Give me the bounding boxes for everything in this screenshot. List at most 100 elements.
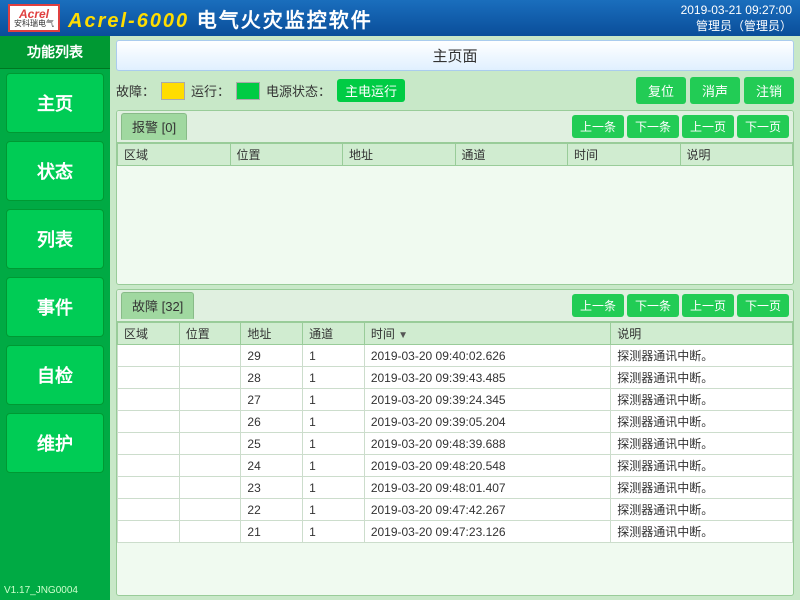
reset-button[interactable]: 复位 [636,77,686,104]
table-row[interactable]: 2312019-03-20 09:48:01.407探测器通讯中断。 [118,477,793,499]
power-label: 电源状态： [266,81,331,100]
alarm-col-addr: 地址 [343,144,456,166]
fault-cell-address: 24 [241,455,303,477]
sidebar-item-event[interactable]: 事件 [6,277,104,337]
alarm-header: 报警 [0] 上一条 下一条 上一页 下一页 [117,111,793,143]
fault-panel: 故障 [32] 上一条 下一条 上一页 下一页 区域 位置 地址 通道 [116,289,794,596]
fault-col-area: 区域 [118,323,180,345]
fault-cell-area [118,477,180,499]
fault-col-channel: 通道 [303,323,365,345]
alarm-next-page[interactable]: 下一页 [737,115,789,138]
alarm-next-item[interactable]: 下一条 [627,115,679,138]
sidebar-item-status[interactable]: 状态 [6,141,104,201]
user-info: 管理员（管理员） [681,17,792,34]
sidebar-header: 功能列表 [0,36,110,69]
fault-cell-position [179,477,241,499]
fault-cell-address: 29 [241,345,303,367]
fault-cell-position [179,499,241,521]
fault-cell-time: 2019-03-20 09:47:23.126 [364,521,610,543]
topright-info: 2019-03-21 09:27:00 管理员（管理员） [681,3,792,34]
fault-cell-desc: 探测器通讯中断。 [611,477,793,499]
fault-cell-address: 27 [241,389,303,411]
fault-cell-desc: 探测器通讯中断。 [611,521,793,543]
fault-col-addr: 地址 [241,323,303,345]
alarm-prev-item[interactable]: 上一条 [572,115,624,138]
alarm-col-channel: 通道 [455,144,568,166]
fault-cell-address: 25 [241,433,303,455]
fault-cell-time: 2019-03-20 09:47:42.267 [364,499,610,521]
alarm-table: 区域 位置 地址 通道 时间 说明 [117,143,793,166]
fault-next-item[interactable]: 下一条 [627,294,679,317]
alarm-table-scroll[interactable]: 区域 位置 地址 通道 时间 说明 [117,143,793,284]
fault-cell-time: 2019-03-20 09:48:20.548 [364,455,610,477]
power-value: 主电运行 [337,79,405,102]
table-row[interactable]: 2712019-03-20 09:39:24.345探测器通讯中断。 [118,389,793,411]
sidebar-item-maintenance[interactable]: 维护 [6,413,104,473]
fault-cell-desc: 探测器通讯中断。 [611,499,793,521]
table-row[interactable]: 2512019-03-20 09:48:39.688探测器通讯中断。 [118,433,793,455]
page-title: 主页面 [116,40,794,71]
fault-cell-channel: 1 [303,521,365,543]
fault-table-scroll[interactable]: 区域 位置 地址 通道 时间 ▼ 说明 2912019-03-20 09:40:… [117,322,793,595]
fault-cell-position [179,411,241,433]
logo-sub: 安科瑞电气 [14,20,54,28]
table-row[interactable]: 2212019-03-20 09:47:42.267探测器通讯中断。 [118,499,793,521]
fault-col-desc: 说明 [611,323,793,345]
fault-cell-desc: 探测器通讯中断。 [611,389,793,411]
alarm-tab[interactable]: 报警 [0] [121,113,187,140]
cancel-button[interactable]: 注销 [744,77,794,104]
fault-table: 区域 位置 地址 通道 时间 ▼ 说明 2912019-03-20 09:40:… [117,322,793,543]
table-row[interactable]: 2812019-03-20 09:39:43.485探测器通讯中断。 [118,367,793,389]
fault-tab[interactable]: 故障 [32] [121,292,194,319]
alarm-prev-page[interactable]: 上一页 [682,115,734,138]
alarm-col-desc: 说明 [680,144,793,166]
sidebar-item-selfcheck[interactable]: 自检 [6,345,104,405]
fault-cell-channel: 1 [303,499,365,521]
fault-next-page[interactable]: 下一页 [737,294,789,317]
fault-cell-desc: 探测器通讯中断。 [611,455,793,477]
sidebar-item-home[interactable]: 主页 [6,73,104,133]
fault-cell-area [118,389,180,411]
fault-col-time: 时间 ▼ [364,323,610,345]
fault-prev-page[interactable]: 上一页 [682,294,734,317]
fault-cell-area [118,499,180,521]
table-row[interactable]: 2912019-03-20 09:40:02.626探测器通讯中断。 [118,345,793,367]
fault-cell-position [179,455,241,477]
fault-cell-channel: 1 [303,367,365,389]
logo-box: Acrel 安科瑞电气 [8,4,60,32]
main-layout: 功能列表 主页 状态 列表 事件 自检 维护 V1.17_JNG0004 主页面… [0,36,800,600]
fault-cell-channel: 1 [303,433,365,455]
fault-cell-position [179,521,241,543]
fault-cell-position [179,367,241,389]
table-row[interactable]: 2112019-03-20 09:47:23.126探测器通讯中断。 [118,521,793,543]
fault-col-pos: 位置 [179,323,241,345]
sort-arrow-icon: ▼ [398,330,408,341]
fault-cell-area [118,367,180,389]
fault-cell-position [179,389,241,411]
fault-cell-desc: 探测器通讯中断。 [611,433,793,455]
sidebar-item-list[interactable]: 列表 [6,209,104,269]
fault-cell-address: 23 [241,477,303,499]
table-row[interactable]: 2612019-03-20 09:39:05.204探测器通讯中断。 [118,411,793,433]
alarm-nav: 上一条 下一条 上一页 下一页 [572,115,789,138]
fault-cell-desc: 探测器通讯中断。 [611,345,793,367]
fault-cell-time: 2019-03-20 09:40:02.626 [364,345,610,367]
content-area: 主页面 故障： 运行： 电源状态： 主电运行 复位 消声 注销 报警 [0] 上… [110,36,800,600]
logo-area: Acrel 安科瑞电气 Acrel-6000 电气火灾监控软件 [8,4,373,33]
action-buttons: 复位 消声 注销 [636,77,794,104]
fault-prev-item[interactable]: 上一条 [572,294,624,317]
fault-cell-time: 2019-03-20 09:48:01.407 [364,477,610,499]
fault-cell-channel: 1 [303,477,365,499]
version-label: V1.17_JNG0004 [4,585,78,596]
fault-indicator [161,82,185,100]
mute-button[interactable]: 消声 [690,77,740,104]
datetime: 2019-03-21 09:27:00 [681,3,792,17]
status-row: 故障： 运行： 电源状态： 主电运行 复位 消声 注销 [116,75,794,106]
fault-cell-area [118,433,180,455]
app-title-brand: Acrel-6000 [68,10,189,32]
fault-label: 故障： [116,81,155,100]
fault-cell-channel: 1 [303,389,365,411]
fault-cell-time: 2019-03-20 09:39:24.345 [364,389,610,411]
fault-nav: 上一条 下一条 上一页 下一页 [572,294,789,317]
table-row[interactable]: 2412019-03-20 09:48:20.548探测器通讯中断。 [118,455,793,477]
